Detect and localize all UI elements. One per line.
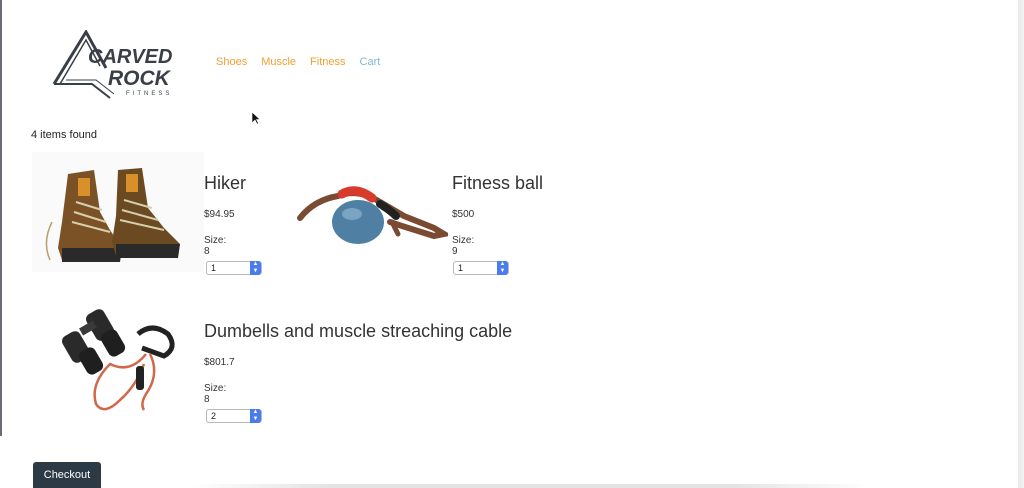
product-name[interactable]: Hiker (204, 173, 246, 194)
select-stepper-icon: ▲ ▼ (250, 409, 261, 423)
mouse-cursor-icon (251, 111, 261, 125)
select-stepper-icon: ▲ ▼ (250, 261, 261, 275)
carved-rock-logo[interactable]: CARVED ROCK FITNESS (52, 29, 200, 100)
svg-text:FITNESS: FITNESS (126, 91, 172, 97)
window-edge (0, 0, 2, 436)
hiking-boots-image[interactable] (32, 152, 204, 272)
nav-link-muscle[interactable]: Muscle (261, 56, 296, 68)
product-size: Size: 9 (452, 235, 475, 257)
product-price: $94.95 (204, 209, 235, 220)
product-name[interactable]: Dumbells and muscle streaching cable (204, 321, 512, 342)
nav-link-fitness[interactable]: Fitness (310, 56, 345, 68)
product-price: $801.7 (204, 357, 235, 368)
select-stepper-icon: ▲ ▼ (497, 261, 508, 275)
product-size: Size: 8 (204, 383, 227, 405)
quantity-value: 2 (211, 411, 217, 421)
main-nav: Shoes Muscle Fitness Cart (216, 56, 380, 68)
results-count: 4 items found (31, 129, 98, 141)
quantity-select[interactable]: 1 ▲ ▼ (453, 261, 509, 275)
quantity-value: 1 (458, 263, 464, 273)
checkout-button[interactable]: Checkout (33, 462, 101, 488)
product-price: $500 (452, 209, 475, 220)
nav-link-shoes[interactable]: Shoes (216, 56, 247, 68)
product-size: Size: 8 (204, 235, 227, 257)
svg-text:CARVED: CARVED (88, 46, 172, 68)
quantity-value: 1 (211, 263, 217, 273)
quantity-select[interactable]: 2 ▲ ▼ (206, 409, 262, 423)
nav-link-cart[interactable]: Cart (360, 56, 381, 68)
footer-divider (190, 484, 870, 488)
scrollbar-track[interactable] (1018, 0, 1024, 488)
product-name[interactable]: Fitness ball (452, 173, 543, 194)
fitness-ball-image[interactable] (294, 176, 453, 246)
quantity-select[interactable]: 1 ▲ ▼ (206, 261, 262, 275)
dumbbells-cable-image[interactable] (60, 304, 184, 416)
svg-text:ROCK: ROCK (108, 67, 172, 90)
